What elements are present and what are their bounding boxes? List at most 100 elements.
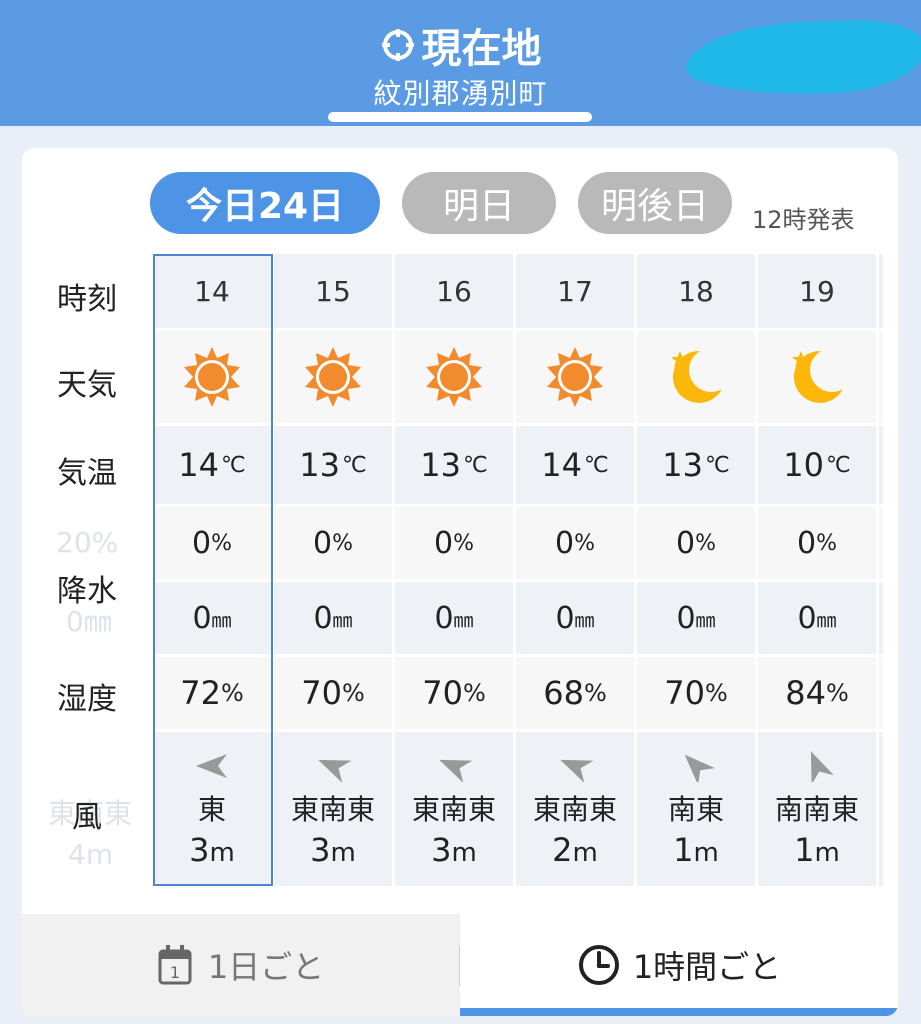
next-column-edge xyxy=(879,732,883,886)
wind-direction: 東南東 xyxy=(532,793,617,826)
temperature-unit: ℃ xyxy=(705,452,730,478)
ghost-pop: 20% xyxy=(56,526,119,559)
wind-direction: 東南東 xyxy=(411,793,496,826)
rainfall-value: 0 xyxy=(313,600,333,636)
wind-cell: 東南東 3m xyxy=(274,732,392,886)
moon-icon xyxy=(792,350,843,403)
hour-time-cell: 19 xyxy=(758,254,876,328)
humidity-cell: 68% xyxy=(516,657,634,729)
rainfall-unit: ㎜ xyxy=(574,607,595,632)
rainfall-value: 0 xyxy=(555,600,575,636)
calendar-icon: 1 xyxy=(158,945,192,985)
hour-time-cell: 15 xyxy=(274,254,392,328)
wind-speed-unit: m xyxy=(572,838,598,868)
hour-time: 18 xyxy=(678,274,714,308)
wind-speed-unit: m xyxy=(451,838,477,868)
wind-speed: 1m xyxy=(673,830,719,873)
wind-speed: 3m xyxy=(310,830,356,873)
tab-hourly[interactable]: 1時間ごと xyxy=(460,914,898,1016)
temperature-unit: ℃ xyxy=(463,452,488,478)
row-label-wind: 風 xyxy=(72,800,102,835)
location-subtitle: 紋別郡湧別町 xyxy=(373,77,548,110)
hour-time: 16 xyxy=(436,274,472,308)
wind-speed-value: 3 xyxy=(431,831,452,869)
wind-speed-unit: m xyxy=(814,838,840,868)
precip-chance-value: 0 xyxy=(797,525,817,561)
precip-chance-unit: % xyxy=(453,530,474,556)
wind-cell: 南東 1m xyxy=(637,732,755,886)
row-label-weather: 天気 xyxy=(57,368,117,403)
temperature-value: 13 xyxy=(662,446,703,484)
wind-speed: 2m xyxy=(552,830,598,873)
precip-chance-unit: % xyxy=(332,530,353,556)
wind-speed-value: 3 xyxy=(310,831,331,869)
temperature-cell: 13 ℃ xyxy=(637,426,755,504)
humidity-cell: 70% xyxy=(395,657,513,729)
precip-chance-unit: % xyxy=(816,530,837,556)
wind-cell: 東南東 3m xyxy=(395,732,513,886)
precip-chance-cell: 0% xyxy=(395,507,513,579)
hour-time-cell: 17 xyxy=(516,254,634,328)
hour-time-cell: 18 xyxy=(637,254,755,328)
tab-tomorrow[interactable]: 明日 xyxy=(402,172,556,234)
precip-chance-value: 0 xyxy=(676,525,696,561)
humidity-cell: 70% xyxy=(274,657,392,729)
rainfall-value: 0 xyxy=(434,600,454,636)
humidity-unit: % xyxy=(825,679,849,707)
rainfall-cell: 0 ㎜ xyxy=(637,582,755,654)
wind-direction-arrow-icon xyxy=(810,751,834,782)
hour-time-cell: 16 xyxy=(395,254,513,328)
temperature-value: 13 xyxy=(420,446,461,484)
rainfall-value: 0 xyxy=(797,600,817,636)
temperature-value: 13 xyxy=(299,446,340,484)
sun-icon xyxy=(547,347,603,407)
rainfall-cell: 0 ㎜ xyxy=(758,582,876,654)
row-label-time: 時刻 xyxy=(57,282,117,317)
rainfall-unit: ㎜ xyxy=(332,607,353,632)
tab-hourly-label: 1時間ごと xyxy=(632,948,782,986)
wind-direction-arrow-icon xyxy=(560,759,594,782)
humidity-value: 70 xyxy=(301,674,342,712)
wind-speed-unit: m xyxy=(330,838,356,868)
wind-direction-arrow-icon xyxy=(318,759,352,782)
location-header: 現在地 紋別郡湧別町 xyxy=(0,0,921,126)
rainfall-unit: ㎜ xyxy=(453,607,474,632)
location-title-text: 現在地 xyxy=(421,26,542,72)
weather-cell xyxy=(516,331,634,423)
tab-daily[interactable]: 1 1日ごと xyxy=(22,914,460,1016)
clock-icon xyxy=(578,945,619,985)
wind-speed-unit: m xyxy=(693,838,719,868)
humidity-unit: % xyxy=(341,679,365,707)
wind-direction: 南南東 xyxy=(774,793,859,826)
precip-chance-cell: 0% xyxy=(637,507,755,579)
temperature-cell: 10 ℃ xyxy=(758,426,876,504)
wind-direction-arrow-icon xyxy=(439,759,473,782)
rainfall-unit: ㎜ xyxy=(695,607,716,632)
wind-speed: 1m xyxy=(794,830,840,873)
rainfall-cell: 0 ㎜ xyxy=(395,582,513,654)
next-column-edge xyxy=(879,426,883,504)
weather-cell xyxy=(395,331,513,423)
precip-chance-unit: % xyxy=(695,530,716,556)
temperature-value: 14 xyxy=(541,446,582,484)
temperature-unit: ℃ xyxy=(826,452,851,478)
selected-hour-highlight xyxy=(153,254,273,886)
next-column-edge xyxy=(879,254,883,328)
next-column-edge xyxy=(879,582,883,654)
humidity-value: 70 xyxy=(422,674,463,712)
rainfall-unit: ㎜ xyxy=(816,607,837,632)
wind-direction: 南東 xyxy=(667,793,724,826)
wind-direction: 東南東 xyxy=(290,793,375,826)
wind-direction-arrow-icon xyxy=(684,754,715,782)
precip-chance-value: 0 xyxy=(313,525,333,561)
weather-cell xyxy=(758,331,876,423)
location-tab-indicator xyxy=(328,112,592,122)
tab-today[interactable]: 今日24日 xyxy=(150,172,380,234)
tab-daily-label: 1日ごと xyxy=(207,948,325,986)
humidity-value: 68 xyxy=(543,674,584,712)
precip-chance-cell: 0% xyxy=(274,507,392,579)
rainfall-cell: 0 ㎜ xyxy=(516,582,634,654)
next-column-edge xyxy=(879,507,883,579)
location-title[interactable]: 現在地 xyxy=(0,22,921,72)
tab-day-after-tomorrow[interactable]: 明後日 xyxy=(578,172,732,234)
